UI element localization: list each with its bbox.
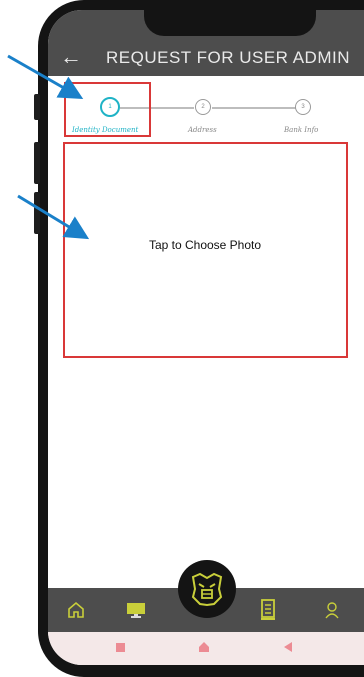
annotation-arrows [7, 54, 90, 240]
annotation-arrow-photo [17, 194, 90, 240]
annotation-arrow-step [7, 54, 84, 99]
